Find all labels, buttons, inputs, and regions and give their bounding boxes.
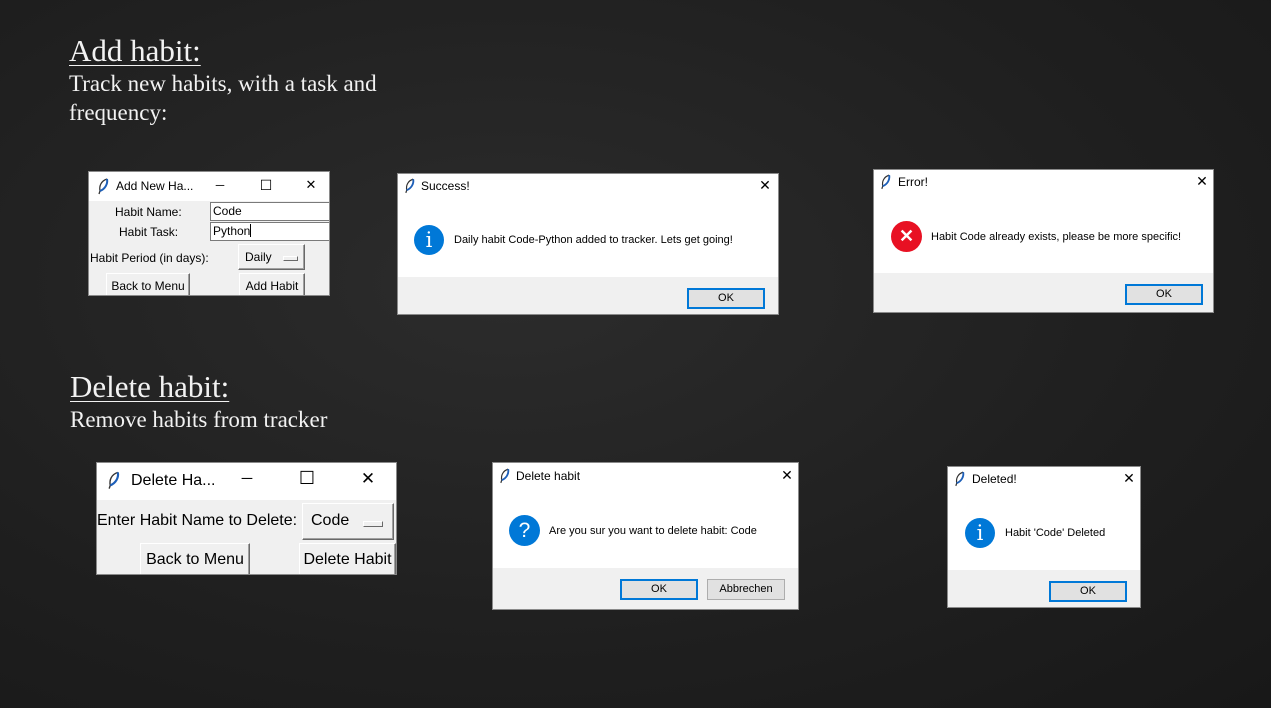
feather-icon	[881, 174, 891, 190]
add-habit-form: Habit Name: Code Habit Task: Python Habi…	[89, 201, 329, 295]
option-menu-indicator-icon	[363, 521, 383, 527]
dialog-footer: OK	[874, 273, 1213, 312]
maximize-icon[interactable]: ☐	[295, 468, 319, 489]
minimize-icon[interactable]: ─	[209, 178, 231, 192]
period-value: Daily	[245, 250, 272, 264]
close-icon[interactable]: ✕	[300, 177, 322, 193]
delete-habit-button[interactable]: Delete Habit	[299, 543, 396, 574]
close-icon[interactable]: ✕	[356, 469, 380, 489]
window-title: Add New Ha...	[116, 179, 194, 193]
success-dialog: Success! ✕ i Daily habit Code-Python add…	[397, 173, 779, 315]
delete-habit-heading: Delete habit:	[70, 369, 230, 404]
back-to-menu-button[interactable]: Back to Menu	[106, 273, 190, 295]
habit-value: Code	[311, 512, 350, 529]
habit-name-input[interactable]: Code	[210, 202, 329, 221]
feather-icon	[955, 471, 965, 487]
back-to-menu-button[interactable]: Back to Menu	[140, 543, 250, 574]
dialog-title: Success!	[421, 179, 470, 193]
error-dialog: Error! ✕ ✕ Habit Code already exists, pl…	[873, 169, 1214, 313]
question-icon: ?	[509, 515, 540, 546]
text-caret	[250, 224, 252, 237]
title-bar[interactable]: Deleted! ✕	[948, 467, 1140, 493]
error-message: Habit Code already exists, please be mor…	[931, 231, 1182, 243]
delete-habit-window: Delete Ha... ─ ☐ ✕ Enter Habit Name to D…	[96, 462, 397, 575]
feather-icon	[98, 178, 109, 195]
ok-button[interactable]: OK	[1049, 581, 1127, 602]
confirm-delete-dialog: Delete habit ✕ ? Are you sur you want to…	[492, 462, 799, 610]
add-habit-subtitle-line2: frequency:	[69, 100, 168, 125]
dialog-footer: OK	[948, 570, 1140, 607]
habit-name-label: Habit Name:	[115, 205, 182, 219]
delete-habit-subtitle: Remove habits from tracker	[70, 407, 328, 432]
feather-icon	[405, 178, 415, 194]
add-habit-heading: Add habit:	[69, 33, 201, 68]
confirm-message: Are you sur you want to delete habit: Co…	[549, 525, 757, 537]
habit-task-input[interactable]: Python	[210, 222, 329, 241]
add-habit-window: Add New Ha... ─ ☐ ✕ Habit Name: Code Hab…	[88, 171, 330, 296]
title-bar[interactable]: Delete habit ✕	[493, 463, 798, 489]
deleted-message: Habit 'Code' Deleted	[1005, 527, 1106, 539]
option-menu-indicator-icon	[283, 256, 298, 261]
title-bar[interactable]: Error! ✕	[874, 170, 1213, 196]
ok-button[interactable]: OK	[1125, 284, 1203, 305]
info-icon: i	[414, 225, 444, 255]
title-bar[interactable]: Delete Ha... ─ ☐ ✕	[97, 463, 396, 500]
dialog-title: Delete habit	[516, 469, 581, 483]
cancel-button[interactable]: Abbrechen	[707, 579, 785, 600]
close-icon[interactable]: ✕	[755, 177, 775, 194]
delete-habit-form: Enter Habit Name to Delete: Code Back to…	[97, 500, 396, 574]
ok-button[interactable]: OK	[687, 288, 765, 309]
window-title: Delete Ha...	[131, 472, 216, 489]
title-bar[interactable]: Success! ✕	[398, 174, 778, 200]
dialog-footer: OK Abbrechen	[493, 568, 798, 609]
habit-name-label: Enter Habit Name to Delete:	[97, 512, 298, 529]
habit-task-value: Python	[213, 224, 251, 238]
dialog-title: Error!	[898, 175, 928, 189]
dialog-title: Deleted!	[972, 472, 1017, 486]
habit-task-label: Habit Task:	[119, 225, 179, 239]
ok-button[interactable]: OK	[620, 579, 698, 600]
habit-dropdown[interactable]: Code	[302, 503, 394, 540]
title-bar[interactable]: Add New Ha... ─ ☐ ✕	[89, 172, 329, 202]
info-icon: i	[965, 518, 995, 548]
error-icon: ✕	[891, 221, 922, 252]
add-habit-subtitle-line1: Track new habits, with a task and	[69, 71, 377, 96]
close-icon[interactable]: ✕	[777, 467, 797, 484]
feather-icon	[500, 468, 510, 484]
close-icon[interactable]: ✕	[1119, 470, 1139, 487]
maximize-icon[interactable]: ☐	[255, 177, 277, 194]
period-label: Habit Period (in days):	[90, 251, 209, 265]
success-message: Daily habit Code-Python added to tracker…	[454, 234, 733, 246]
deleted-dialog: Deleted! ✕ i Habit 'Code' Deleted OK	[947, 466, 1141, 608]
feather-icon	[108, 471, 120, 489]
minimize-icon[interactable]: ─	[235, 470, 259, 487]
period-dropdown[interactable]: Daily	[238, 244, 305, 270]
dialog-footer: OK	[398, 277, 778, 314]
add-habit-button[interactable]: Add Habit	[239, 273, 305, 295]
close-icon[interactable]: ✕	[1192, 173, 1212, 190]
